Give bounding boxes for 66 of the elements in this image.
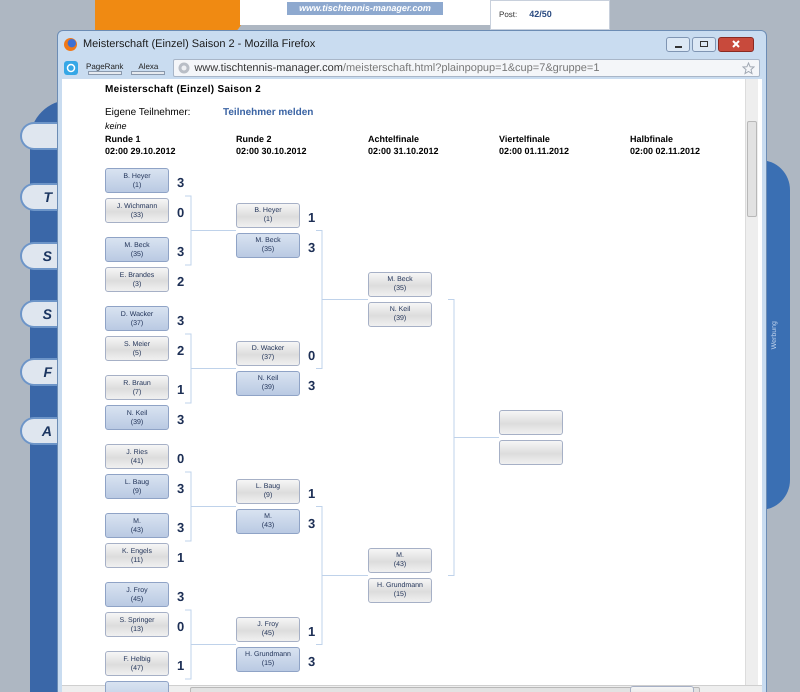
browser-logo-icon <box>64 38 77 50</box>
match-score: 1 <box>177 549 184 567</box>
match-score: 3 <box>308 238 316 256</box>
scrollbar-thumb[interactable] <box>747 121 757 217</box>
own-participants-value: keine <box>105 120 128 133</box>
match-score: 3 <box>308 514 316 532</box>
round-title: Halbfinale <box>630 133 674 145</box>
match-score: 0 <box>177 204 184 222</box>
nav-tab[interactable]: A <box>20 417 57 445</box>
pagerank-label: PageRank <box>86 62 124 70</box>
round-date: 02:00 29.10.2012 <box>105 145 176 157</box>
nav-tab[interactable] <box>20 122 57 150</box>
match-score: 1 <box>177 657 184 675</box>
match-score: 0 <box>177 450 184 468</box>
nav-tab[interactable]: S <box>20 242 57 270</box>
match-score: 2 <box>177 342 184 360</box>
register-participants-link[interactable]: Teilnehmer melden <box>223 105 314 120</box>
minimize-button[interactable] <box>666 36 690 52</box>
banner-url: www.tischtennis-manager.com <box>287 2 443 15</box>
match-score: 0 <box>308 346 316 364</box>
address-bar[interactable]: www.tischtennis-manager.com/meisterschaft.html?plainpopup=1&cup=7&gruppe=1 <box>173 59 760 77</box>
own-participants-label: Eigene Teilnehmer: <box>105 106 192 120</box>
post-value: 42/50 <box>529 8 552 22</box>
match-score: 3 <box>177 243 184 261</box>
close-button[interactable] <box>718 36 754 52</box>
match-score: 3 <box>177 519 184 537</box>
bracket-connector <box>184 196 236 266</box>
match-score: 3 <box>308 376 316 394</box>
round-title: Viertelfinale <box>499 133 551 145</box>
maximize-button[interactable] <box>692 36 716 52</box>
alexa-bar <box>131 70 166 74</box>
round-date: 02:00 02.11.2012 <box>630 145 700 157</box>
match-score: 3 <box>177 588 184 606</box>
match-score: 1 <box>177 381 184 399</box>
post-label: Post: <box>499 9 518 21</box>
round-title: Runde 2 <box>236 133 273 145</box>
page-heading: Meisterschaft (Einzel) Saison 2 <box>105 83 262 97</box>
nav-tab[interactable]: S <box>20 300 57 328</box>
window-title: Meisterschaft (Einzel) Saison 2 - Mozilla Firefox <box>83 36 316 52</box>
nav-tab[interactable]: F <box>20 358 57 386</box>
match-score: 1 <box>308 622 316 640</box>
globe-icon <box>178 62 190 74</box>
round-title: Runde 1 <box>105 133 142 145</box>
match-score: 3 <box>177 312 184 330</box>
round-date: 02:00 31.10.2012 <box>368 145 439 157</box>
nav-tab[interactable]: T <box>20 183 57 211</box>
match-score: 3 <box>308 652 316 670</box>
bracket-connector <box>184 472 236 542</box>
round-date: 02:00 30.10.2012 <box>236 145 307 157</box>
match-score: 0 <box>177 618 184 636</box>
url-text: www.tischtennis-manager.com/meisterschaft.html?plainpopup=1&cup=7&gruppe=1 <box>194 60 600 76</box>
match-score: 1 <box>308 208 316 226</box>
match-score: 3 <box>177 174 184 192</box>
close-icon <box>732 40 740 48</box>
match-score: 1 <box>308 484 316 502</box>
bracket-connector <box>184 610 236 680</box>
bracket-connector <box>184 334 236 404</box>
match-score: 3 <box>177 480 184 498</box>
round-date: 02:00 01.11.2012 <box>499 145 570 157</box>
match-score: 2 <box>177 273 184 291</box>
round-title: Achtelfinale <box>368 133 420 145</box>
pagerank-bar <box>88 70 122 74</box>
alexa-label: Alexa <box>138 62 158 70</box>
vertical-scrollbar[interactable] <box>745 79 758 685</box>
bookmark-star-icon[interactable] <box>742 62 755 74</box>
match-score: 3 <box>177 411 184 429</box>
